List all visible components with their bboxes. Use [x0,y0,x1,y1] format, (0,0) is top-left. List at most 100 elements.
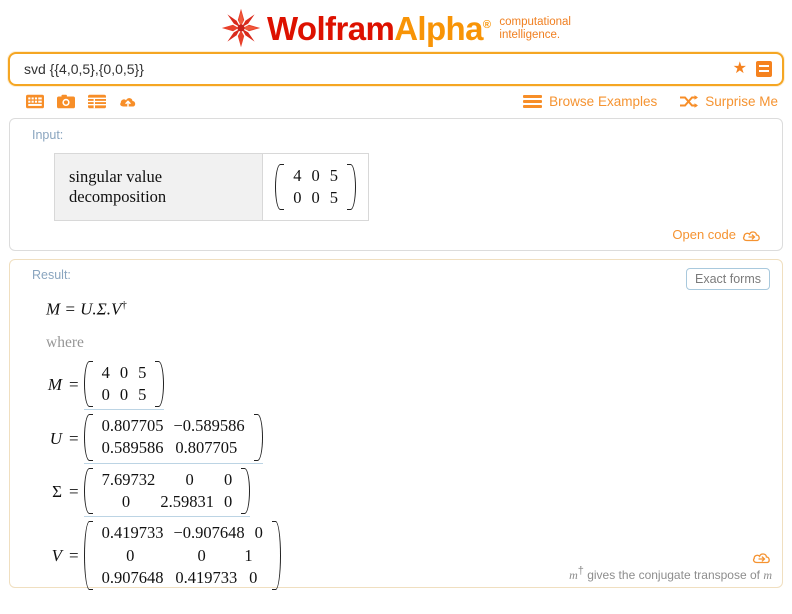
matrix-equals-sign: = [69,375,79,395]
paren-left [83,414,93,461]
paren-right [347,163,356,211]
matrix-row: 0.807705 −0.589586 [97,415,250,437]
matrix-value[interactable]: 405005 [83,360,165,411]
footnote: m† gives the conjugate transpose of m [569,565,772,583]
brand-tagline: computational intelligence. [499,16,571,42]
matrix-row: 405 [288,165,343,187]
input-pod-label: Input: [32,128,64,142]
camera-icon[interactable] [57,94,75,109]
matrix-cell: 7.69732 [101,469,156,489]
footnote-text: gives the conjugate transpose of [583,568,764,582]
matrix-row: 0.419733 −0.907648 0 [97,522,268,544]
matrix-cell: 0 [224,469,233,489]
matrix-equals-sign: = [69,545,79,565]
cloud-arrow-icon [742,230,760,241]
matrix-value[interactable]: 0.807705 −0.589586 0.589586 0.807705 [83,414,263,464]
svd-equation: M = U.Σ.V† [46,299,770,320]
result-pod-label: Result: [32,268,71,282]
matrix-cell: 1 [244,545,253,565]
table-icon[interactable] [88,94,106,109]
surprise-me-link[interactable]: Surprise Me [679,94,778,109]
paren-right [241,467,251,515]
paren-right [271,521,281,591]
matrix-cell: 0.907648 [101,567,164,587]
search-input[interactable] [22,60,733,78]
matrix-cell: 0.419733 [175,567,238,587]
paren-left [83,360,93,408]
matrix-cell: 0.589586 [101,438,164,458]
tagline-line-2: intelligence. [499,29,561,41]
paren-left [83,521,93,591]
matrix-cell: 0 [311,165,320,185]
equation-rhs: U.Σ.V [80,299,122,319]
matrix-value[interactable]: 0.419733 −0.907648 0 0 0 1 0.907648 0.419733 0 [83,521,281,591]
matrix-cells: 4050 05 [284,164,347,211]
browse-examples-link[interactable]: Browse Examples [523,94,657,109]
matrix-row: 0.589586 0.807705 [97,437,250,459]
star-icon[interactable]: ★ [733,61,747,77]
dagger-superscript: † [121,299,127,311]
matrix-cell: 0 [311,188,320,207]
site-header: WolframAlpha® computational intelligence… [0,0,792,52]
matrix-cell: 0 [197,545,206,565]
matrix-M: 405005 [83,360,165,408]
matrix-equals-sign: = [69,428,79,448]
matrix-row: 0 0 1 [97,545,268,567]
matrix-cell: 0 [249,567,258,587]
result-body: M = U.Σ.V† where M = 4 0 5 0 0 5 U = 0.807705 −0.58… [22,290,770,591]
tool-links-group: Browse Examples Surprise Me [523,94,778,109]
paren-right [155,360,165,408]
result-pod: Result: Exact forms M = U.Σ.V† where M = 4… [9,259,783,591]
matrix-cell: 0 [185,469,194,489]
wolframalpha-logo[interactable]: WolframAlpha® computational intelligence… [221,8,571,48]
matrix-row: 7.69732 0 0 [97,469,238,491]
matrix-cells: 7.69732 0 0 0 2.59831 0 [93,468,242,515]
equation-lhs: M [46,299,61,319]
matrix-cell: 0 [254,523,263,543]
paren-right [253,414,263,461]
matrix-cell: 0 [126,545,135,565]
search-bar[interactable]: ★ [8,52,784,86]
wolfram-spikey-icon [221,8,261,48]
equation-equals: = [60,299,81,319]
footnote-symbol: m [569,568,578,582]
matrix-cell: 0.807705 [175,438,238,458]
matrix-cell: 0.807705 [101,416,164,436]
matrix-cell: 2.59831 [160,491,215,511]
matrix-label: U [49,428,62,448]
matrix-cell: 0 [101,384,110,404]
search-bar-actions: ★ [733,61,774,77]
matrix-definition-Σ: Σ = 7.69732 0 0 0 2.59831 0 [46,467,770,518]
matrix-cell: −0.589586 [173,416,245,436]
matrix-row: 0.907648 0.419733 0 [97,567,268,589]
matrix-V: 0.419733 −0.907648 0 0 0 1 0.907648 0.419733 0 [83,521,281,591]
matrix-cell: 4 [101,362,110,382]
matrix-U: 0.807705 −0.589586 0.589586 0.807705 [83,414,263,461]
matrix-value[interactable]: 7.69732 0 0 0 2.59831 0 [83,467,251,518]
open-code-button[interactable]: Open code [22,221,770,244]
footer-open-code-button[interactable] [569,550,772,565]
keyboard-icon[interactable] [26,94,44,109]
input-interpretation: singular value decomposition 405005 [54,153,369,221]
matrix-cell: 0.419733 [101,523,164,543]
tagline-line-1: computational [499,16,571,28]
cloud-upload-icon[interactable] [119,94,137,109]
matrix-cells: 0.807705 −0.589586 0.589586 0.807705 [93,414,254,461]
cloud-arrow-icon [752,553,770,564]
paren-left [83,467,93,515]
matrix-cell: 5 [329,165,338,185]
exact-forms-button[interactable]: Exact forms [686,268,770,290]
matrix-cell: 5 [138,384,147,404]
matrix-Σ: 7.69732 0 0 0 2.59831 0 [83,467,251,515]
matrix-cell: 4 [293,165,302,185]
paren-left [275,163,285,211]
equals-menu-icon[interactable] [756,61,772,77]
tool-row: Browse Examples Surprise Me [0,86,792,118]
matrix-cell: 5 [138,362,147,382]
matrix-cell: 0 [119,384,129,404]
matrix-equals-sign: = [69,482,79,502]
matrix-row: 0 2.59831 0 [97,491,238,513]
surprise-me-label: Surprise Me [705,94,778,109]
matrix-cells: 405005 [93,361,156,408]
matrix-cell: 0 [224,491,233,511]
